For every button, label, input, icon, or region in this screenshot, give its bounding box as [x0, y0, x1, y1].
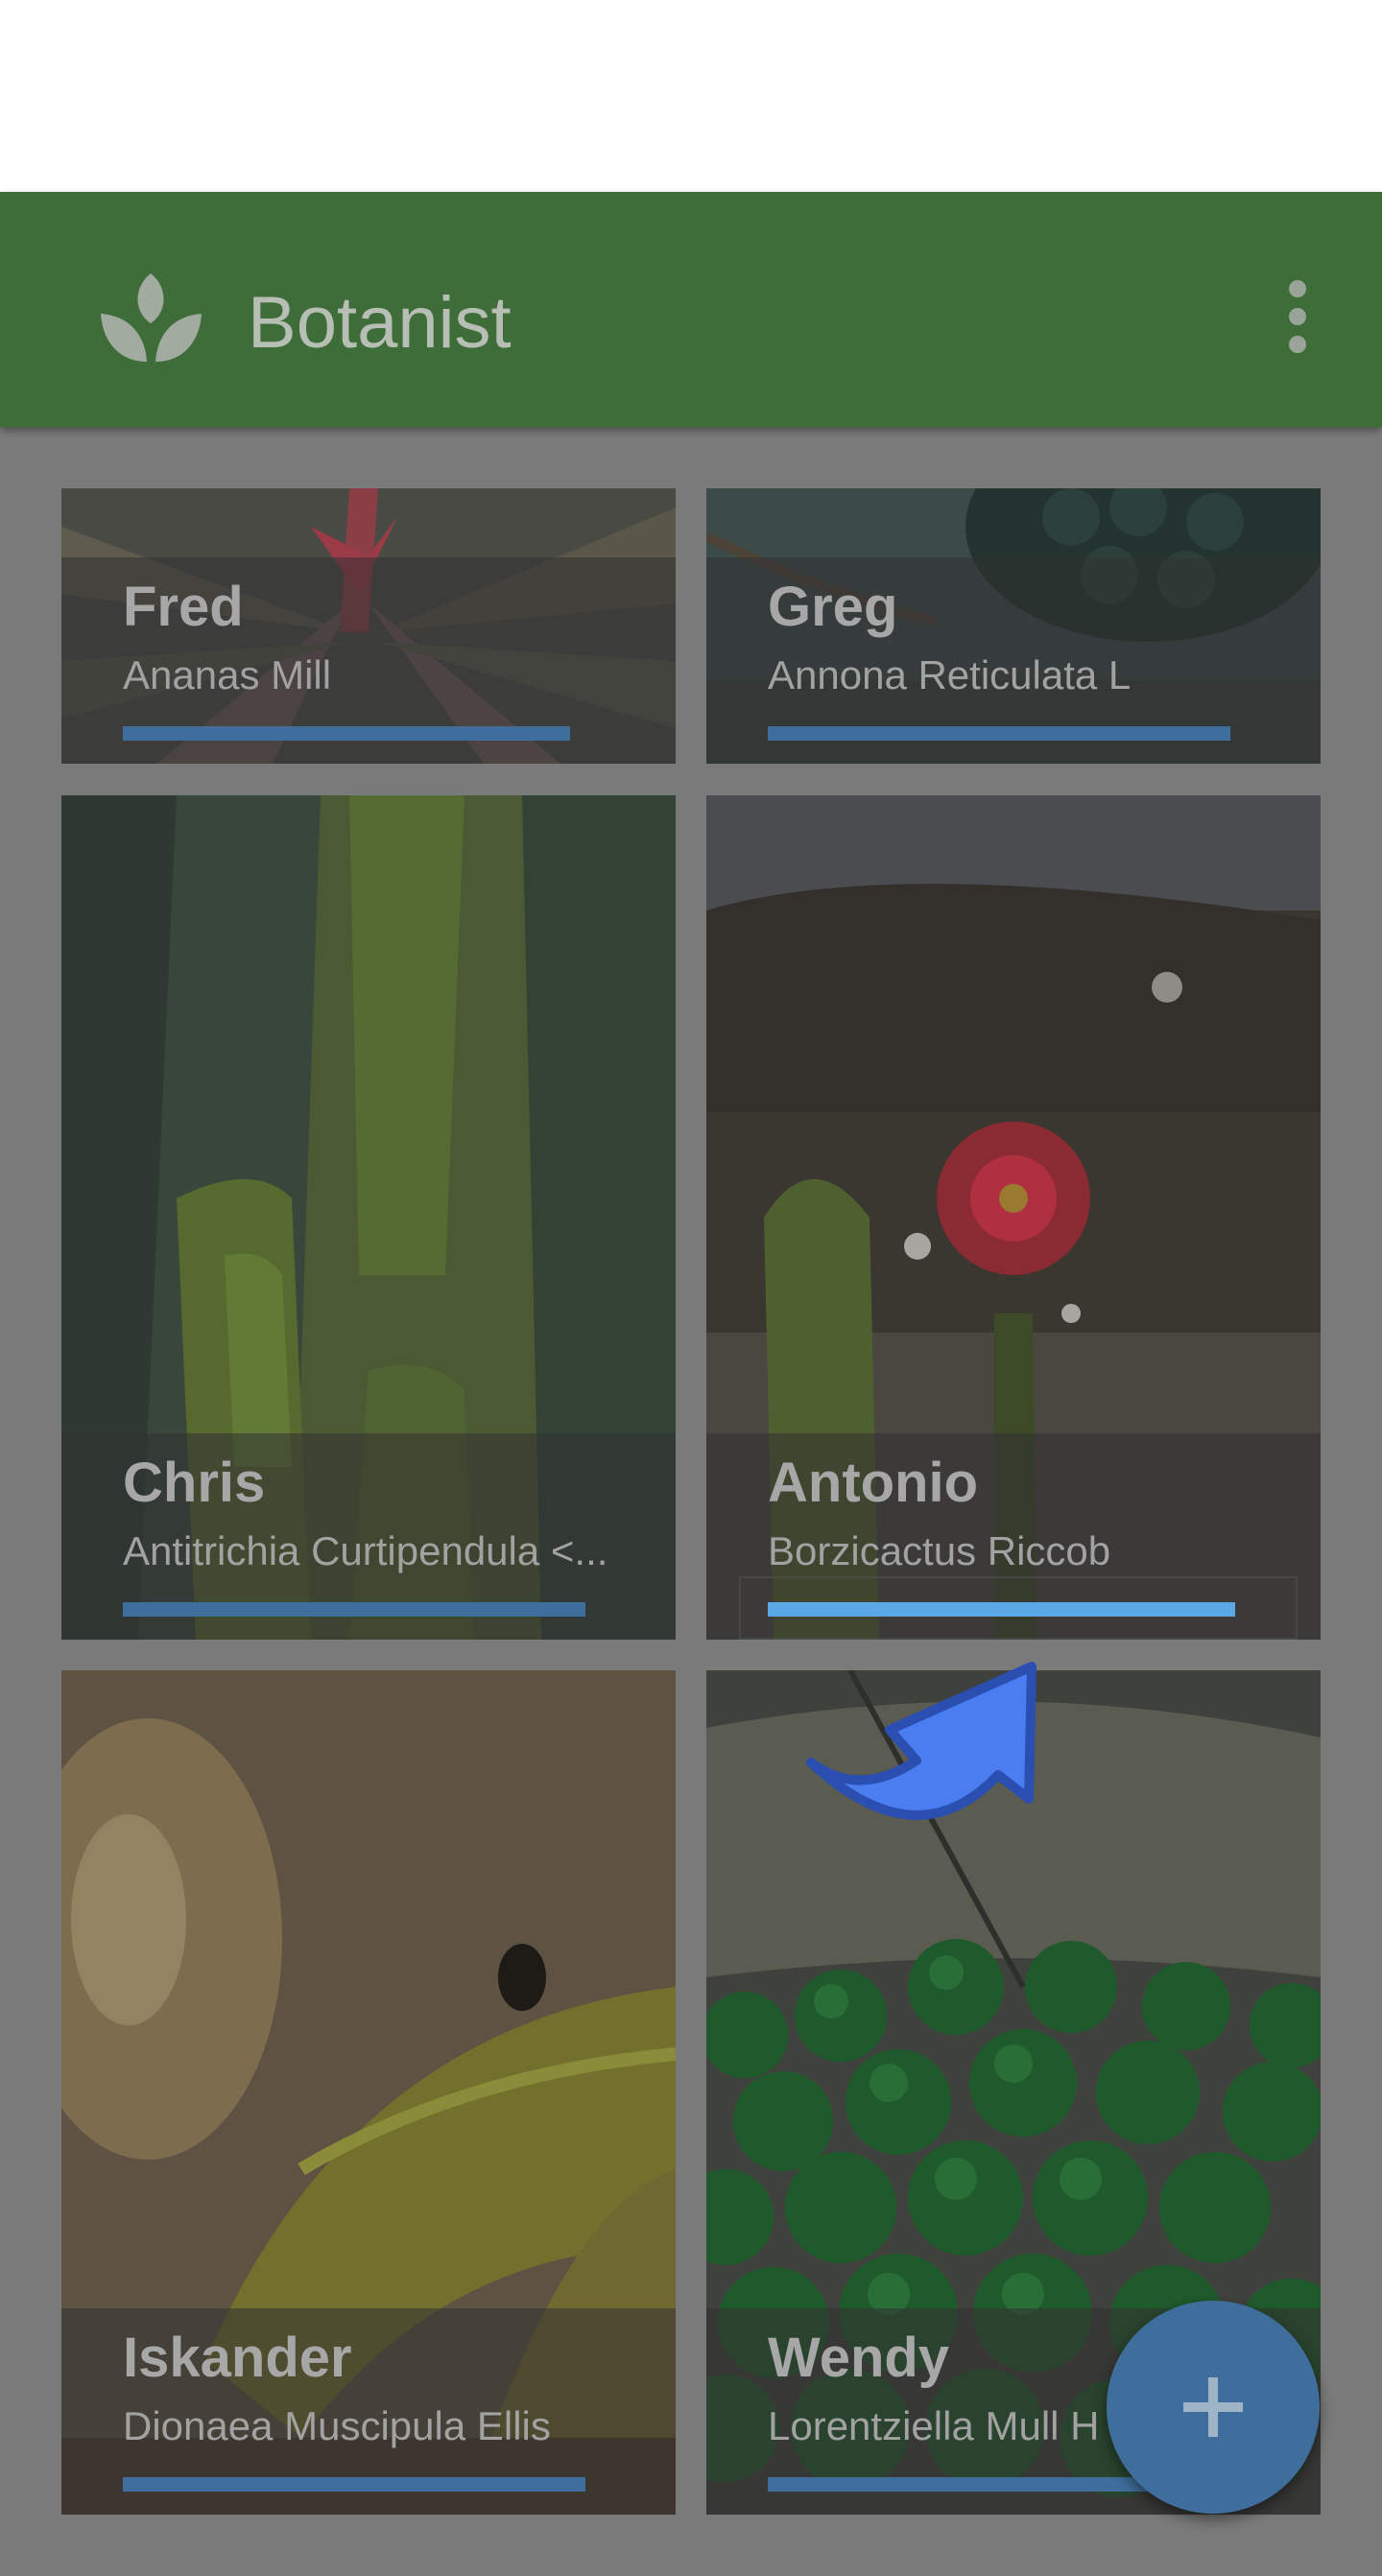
- status-bar: [0, 0, 1382, 192]
- health-progress-bar: [123, 1602, 609, 1617]
- add-plant-button[interactable]: [1107, 2301, 1320, 2514]
- highlight-frame: [739, 1576, 1298, 1640]
- plant-card-greg[interactable]: Greg Annona Reticulata L: [706, 488, 1321, 764]
- health-progress-bar: [768, 726, 1254, 741]
- health-progress-bar: [123, 726, 609, 741]
- app-bar: Botanist: [0, 192, 1382, 427]
- plant-species: Borzicactus Riccob: [768, 1528, 1111, 1573]
- plant-species: Antitrichia Curtipendula <...: [123, 1528, 608, 1573]
- app-title: Botanist: [248, 282, 512, 364]
- card-caption: Iskander Dionaea Muscipula Ellis: [61, 2308, 676, 2515]
- plant-card-fred[interactable]: Fred Ananas Mill: [61, 488, 676, 764]
- card-caption: Greg Annona Reticulata L: [706, 557, 1321, 764]
- more-vertical-icon[interactable]: [1276, 278, 1319, 355]
- plant-card-chris[interactable]: Chris Antitrichia Curtipendula <...: [61, 795, 676, 1640]
- plant-name: Fred: [123, 576, 244, 638]
- plant-species: Dionaea Muscipula Ellis: [123, 2403, 551, 2448]
- plant-name: Antonio: [768, 1452, 979, 1514]
- plant-species: Annona Reticulata L: [768, 652, 1132, 697]
- card-caption: Fred Ananas Mill: [61, 557, 676, 764]
- plant-name: Iskander: [123, 2327, 352, 2389]
- plant-name: Greg: [768, 576, 898, 638]
- plant-grid: Fred Ananas Mill Greg Annona Reticulata …: [0, 427, 1382, 2576]
- health-progress-bar: [123, 2477, 609, 2492]
- plus-icon: [1183, 2377, 1243, 2437]
- plant-card-iskander[interactable]: Iskander Dionaea Muscipula Ellis: [61, 1670, 676, 2515]
- plant-species: Ananas Mill: [123, 652, 332, 697]
- plant-name: Wendy: [768, 2327, 950, 2389]
- card-caption: Chris Antitrichia Curtipendula <...: [61, 1433, 676, 1640]
- plant-name: Chris: [123, 1452, 266, 1514]
- swipe-arrow-icon: [806, 1662, 1036, 1820]
- leaf-sprout-icon: [101, 273, 202, 362]
- plant-card-antonio[interactable]: Antonio Borzicactus Riccob: [706, 795, 1321, 1640]
